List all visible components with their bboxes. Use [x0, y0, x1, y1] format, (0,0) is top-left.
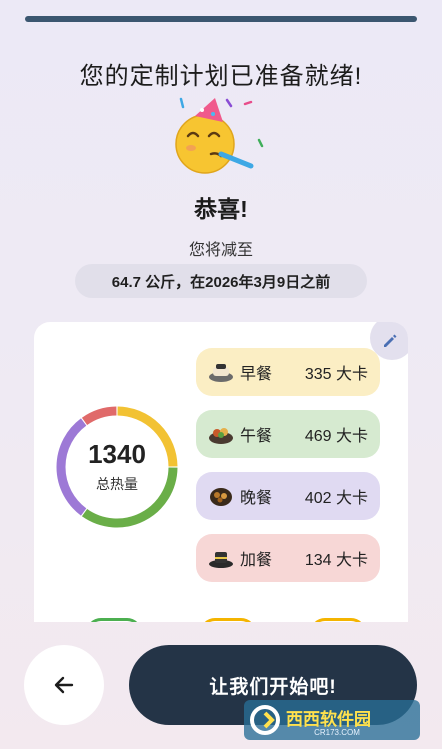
- subtitle: 您将减至: [188, 242, 253, 259]
- page-title: 您的定制计划已准备就绪!: [79, 63, 363, 90]
- dinner-icon: [206, 481, 236, 511]
- meal-name: 午餐: [240, 428, 273, 445]
- meal-name: 早餐: [240, 366, 273, 383]
- next-section-ring: [86, 618, 142, 622]
- meal-snack: 加餐 134 大卡: [196, 534, 380, 582]
- next-section-ring: [200, 618, 256, 622]
- meal-calories: 469 大卡: [304, 428, 368, 445]
- breakfast-icon: [206, 357, 236, 387]
- snack-icon: [206, 543, 236, 573]
- meal-calories: 134 大卡: [304, 552, 368, 569]
- next-section-ring: [310, 618, 366, 622]
- meal-calories: 335 大卡: [304, 366, 368, 383]
- meal-name: 晚餐: [240, 490, 273, 507]
- arrow-left-icon: [54, 676, 74, 694]
- ring-center: 1340 总热量: [54, 404, 180, 530]
- party-face-icon: [167, 96, 275, 178]
- meal-dinner: 晚餐 402 大卡: [196, 472, 380, 520]
- congrats-heading: 恭喜!: [194, 196, 248, 222]
- total-calories-value: 1340: [88, 439, 146, 469]
- meal-calories: 402 大卡: [304, 490, 368, 507]
- total-calories-label: 总热量: [96, 476, 138, 492]
- goal-pill: 64.7 公斤，在2026年3月9日之前: [75, 264, 367, 298]
- calorie-summary-card: 1340 总热量 早餐 335 大卡 午餐 469 大卡 晚餐 402 大卡 加…: [34, 322, 408, 622]
- meal-name: 加餐: [240, 552, 273, 569]
- back-button[interactable]: [24, 645, 104, 725]
- watermark-url: CR173.COM: [314, 728, 360, 737]
- watermark-text: 西西软件园: [286, 710, 371, 729]
- meal-lunch: 午餐 469 大卡: [196, 410, 380, 458]
- meal-breakfast: 早餐 335 大卡: [196, 348, 380, 396]
- pencil-icon: [384, 334, 397, 347]
- goal-text: 64.7 公斤，在2026年3月9日之前: [111, 273, 331, 291]
- lunch-icon: [206, 419, 236, 449]
- progress-bar: [25, 16, 417, 22]
